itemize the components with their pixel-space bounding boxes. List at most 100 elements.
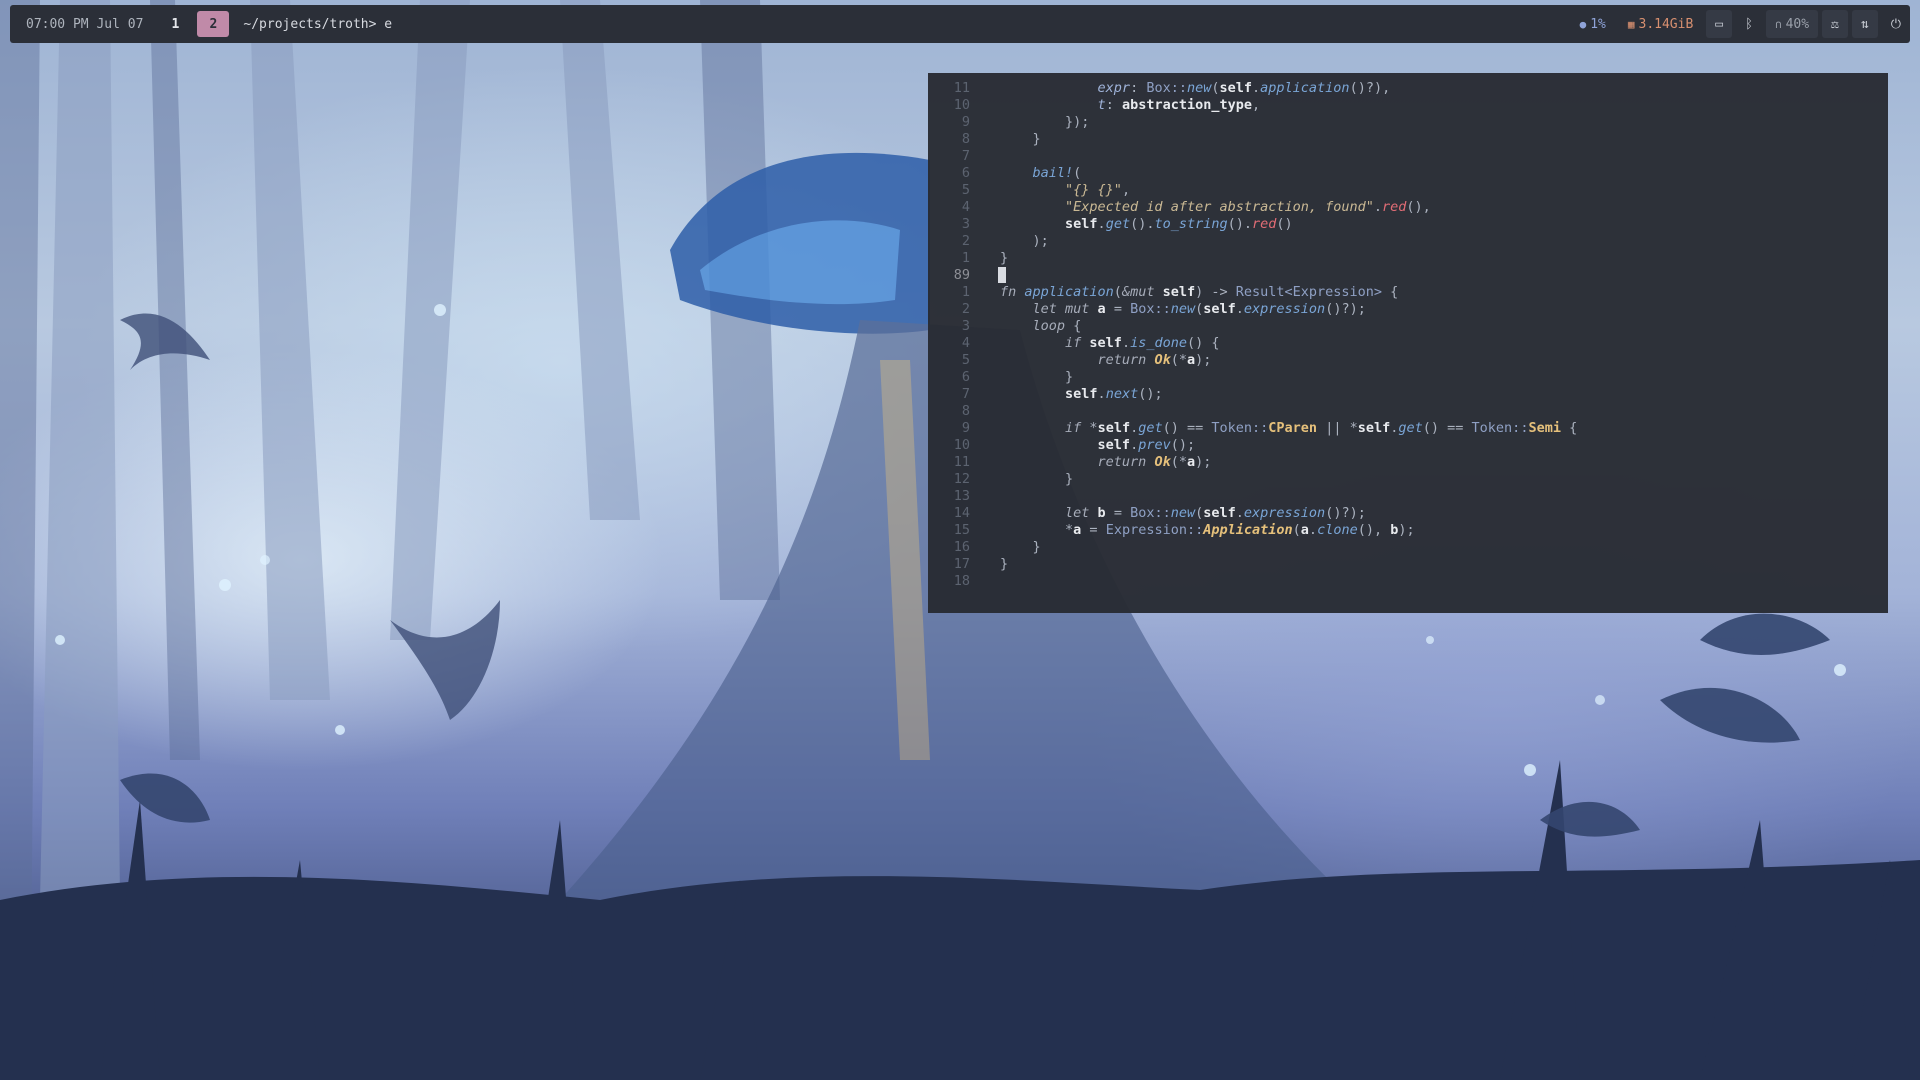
code-token: Ok [1154,454,1171,470]
network-button[interactable]: ⇅ [1851,10,1878,38]
code-editor-window[interactable]: 11 expr: Box::new(self.application()?), 1… [928,73,1888,613]
code-token: expr [1097,80,1131,96]
code-token: , [1121,182,1131,198]
code-line[interactable]: 3 loop { [928,318,1888,335]
power-button[interactable]: ⏻ [1882,10,1910,38]
code-token: () { [1186,335,1220,351]
volume-module[interactable]: ∩ 40% [1765,10,1819,38]
balance-button[interactable]: ⚖ [1822,10,1848,38]
code-line[interactable]: 9 }); [928,114,1888,131]
line-number: 13 [953,488,970,504]
code-token: expression [1243,301,1326,317]
code-token: red [1252,216,1277,232]
code-token: "{} {}" [1065,182,1122,198]
code-token: ( [1211,80,1220,96]
code-line[interactable]: 6 } [928,369,1888,386]
code-token: , [1252,97,1261,113]
code-token: CParen [1268,420,1318,436]
code-line[interactable]: 2 let mut a = Box::new(self.expression()… [928,301,1888,318]
code-token: Token:: [1211,420,1269,436]
code-line[interactable]: 4 if self.is_done() { [928,335,1888,352]
line-number: 9 [961,114,970,130]
memory-module[interactable]: ▦ 3.14GiB [1619,10,1702,38]
line-number: 2 [961,301,970,317]
code-token: Semi [1528,420,1561,436]
code-line[interactable]: 18 [928,573,1888,590]
code-token: ()?); [1325,301,1366,317]
code-text: "Expected id after abstraction, found".r… [1000,199,1431,216]
code-line[interactable]: 7 [928,148,1888,165]
line-number: 1 [961,284,970,300]
code-line[interactable]: 1 fn application(&mut self) -> Result<Exp… [928,284,1888,301]
code-line[interactable]: 15 *a = Expression::Application(a.clone(… [928,522,1888,539]
code-token: b [1097,505,1106,521]
code-line[interactable]: 12 } [928,471,1888,488]
code-token: application [1260,80,1350,96]
bluetooth-button[interactable]: ᛒ [1736,10,1762,38]
code-token: (), [1357,522,1391,538]
code-line[interactable]: 1} [928,250,1888,267]
code-token: Result<Expression> [1235,284,1383,300]
code-line[interactable]: 11 return Ok(*a); [928,454,1888,471]
code-line[interactable]: 8 } [928,131,1888,148]
display-button[interactable]: ▭ [1706,10,1733,38]
memory-icon: ▦ [1627,17,1635,31]
code-line[interactable]: 11 expr: Box::new(self.application()?), [928,80,1888,97]
code-token: (), [1406,199,1431,215]
cpu-module[interactable]: ● 1% [1571,10,1615,38]
code-line[interactable]: 10 self.prev(); [928,437,1888,454]
code-token: self [1065,386,1098,402]
code-token: ()?), [1349,80,1391,96]
code-token: fn [1000,284,1025,300]
line-number: 6 [961,165,970,181]
code-line[interactable]: 14 let b = Box::new(self.expression()?); [928,505,1888,522]
code-line[interactable]: 10 t: abstraction_type, [928,97,1888,114]
code-line[interactable]: 17} [928,556,1888,573]
code-token: self [1219,80,1253,96]
code-text: expr: Box::new(self.application()?), [1000,80,1391,97]
line-number: 12 [953,471,970,487]
code-line[interactable]: 5 "{} {}", [928,182,1888,199]
code-token: (); [1138,386,1163,402]
code-token: return [1097,352,1155,368]
code-line[interactable]: 3 self.get().to_string().red() [928,216,1888,233]
code-line[interactable]: 16 } [928,539,1888,556]
workspace-1-button[interactable]: 1 [159,11,191,37]
code-token: }); [1000,114,1090,130]
code-token: red [1382,199,1407,215]
code-line[interactable]: 7 self.next(); [928,386,1888,403]
workspace-2-button[interactable]: 2 [197,11,230,37]
code-token: (* [1170,454,1187,470]
code-line[interactable]: 2 ); [928,233,1888,250]
code-token: ); [1195,454,1212,470]
code-token: ); [1195,352,1212,368]
code-token: prev [1138,437,1171,453]
code-token: (). [1227,216,1253,232]
code-token: let [1065,505,1098,521]
code-token: } [1000,250,1009,266]
code-token: (* [1170,352,1187,368]
code-line[interactable]: 13 [928,488,1888,505]
code-token: ( [1073,165,1082,181]
code-line[interactable]: 5 return Ok(*a); [928,352,1888,369]
code-text: self.prev(); [1000,437,1196,454]
code-line[interactable]: 4 "Expected id after abstraction, found"… [928,199,1888,216]
power-icon: ⏻ [1890,16,1901,32]
code-token: . [1235,505,1244,521]
code-line[interactable]: 8 [928,403,1888,420]
line-number: 17 [953,556,970,572]
code-token: () [1276,216,1293,232]
code-text: fn application(&mut self) -> Result<Expr… [1000,284,1398,301]
code-line[interactable]: 89 [928,267,1888,284]
code-text: }); [1000,114,1089,131]
code-line[interactable]: 9 if *self.get() == Token::CParen || *se… [928,420,1888,437]
line-number: 8 [961,403,970,419]
code-line[interactable]: 6 bail!( [928,165,1888,182]
